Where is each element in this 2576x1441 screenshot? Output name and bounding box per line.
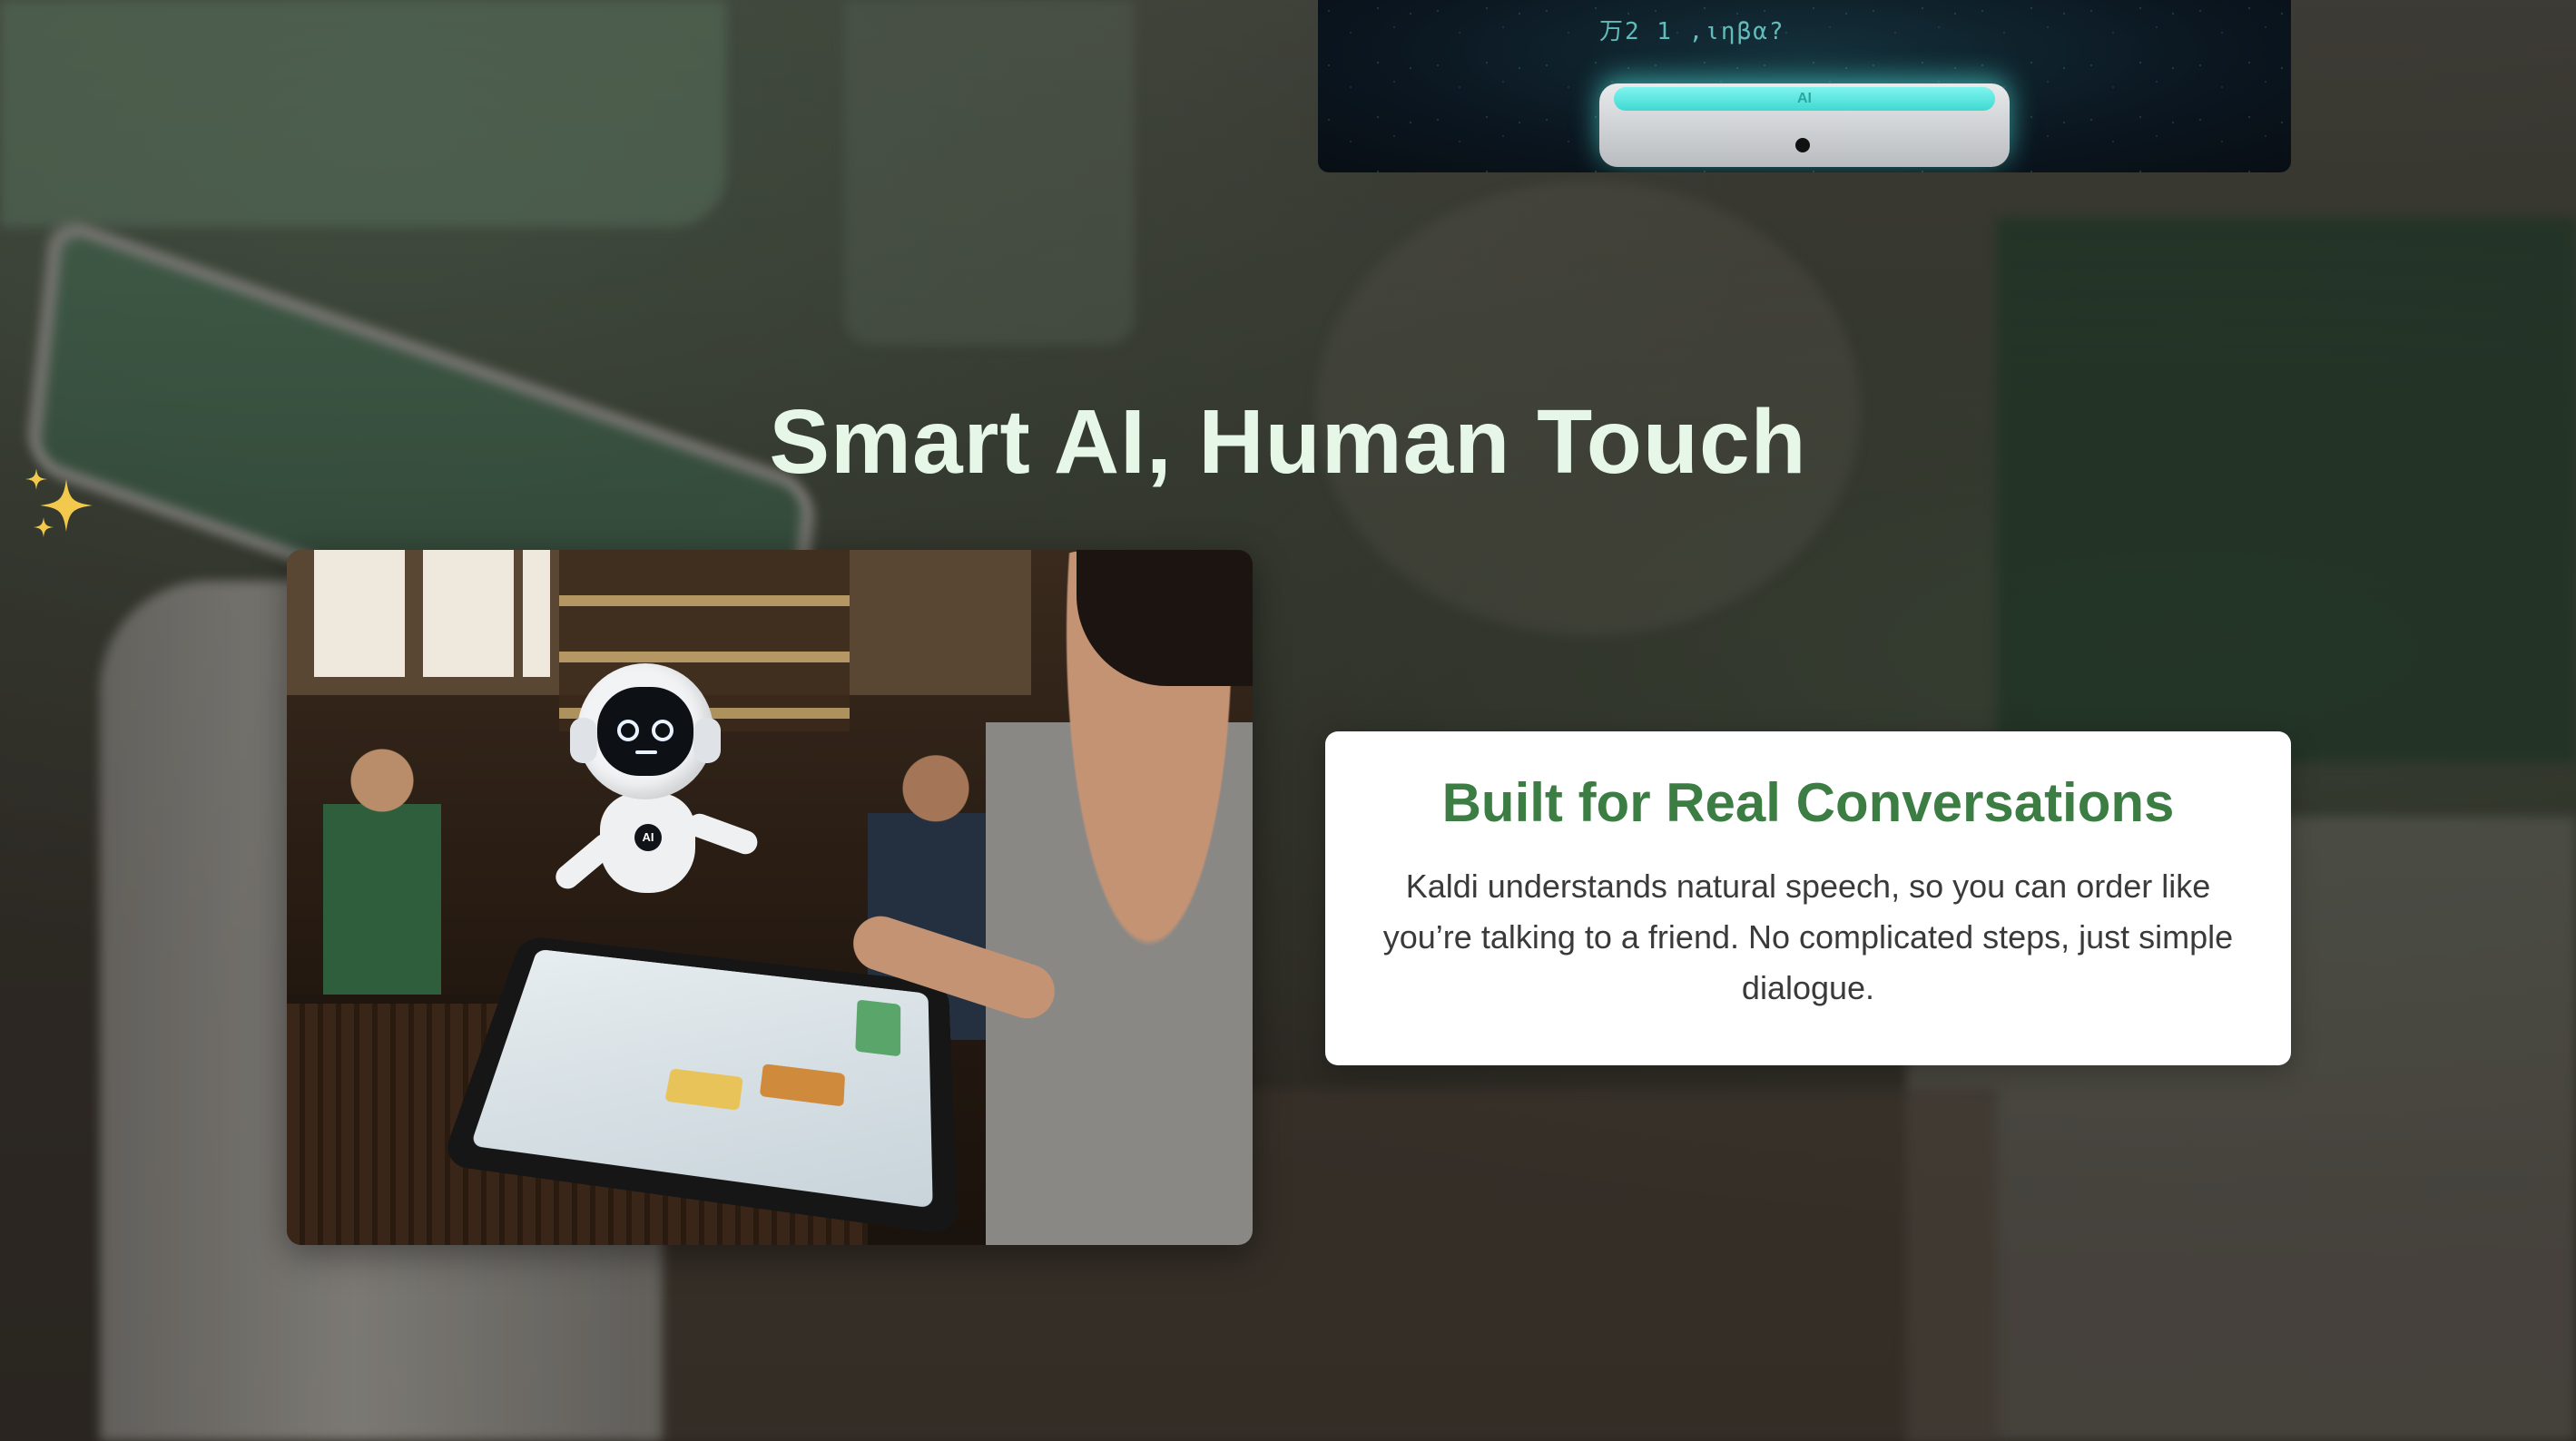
background-info-panel <box>844 0 1135 345</box>
photo-barista <box>323 731 441 1004</box>
device-glyph-text: 万2 1 ,ιηβα? <box>1599 18 1785 45</box>
photo-kiosk-panel <box>855 999 901 1057</box>
top-device-image: 万2 1 ,ιηβα? AI <box>1318 0 2291 172</box>
robot-arm-right <box>683 810 762 858</box>
photo-kiosk-button <box>759 1064 846 1107</box>
photo-menu-board <box>314 550 405 677</box>
robot-mouth <box>635 750 657 754</box>
robot-ai-badge: AI <box>634 824 662 851</box>
ai-device-sensor <box>1795 138 1810 152</box>
robot-ear <box>570 718 597 763</box>
feature-card: Built for Real Conversations Kaldi under… <box>1325 731 2291 1065</box>
robot-head <box>570 663 721 799</box>
robot-eye <box>617 720 639 741</box>
photo-menu-board <box>423 550 514 677</box>
photo-kiosk-button <box>664 1068 743 1111</box>
cafe-robot-photo: AI <box>287 550 1253 1245</box>
robot-ear <box>693 718 721 763</box>
feature-card-body: Kaldi understands natural speech, so you… <box>1382 868 2234 1006</box>
ai-device-pad: AI <box>1599 83 2010 167</box>
photo-menu-board <box>523 550 550 677</box>
feature-card-title: Built for Real Conversations <box>1441 772 2175 833</box>
background-menu-panel <box>0 0 726 227</box>
ai-device-label: AI <box>1614 87 1995 111</box>
robot-face <box>597 687 693 776</box>
page: 万2 1 ,ιηβα? AI Smart AI, Human Touch AI … <box>0 0 2576 1441</box>
robot-eye <box>652 720 673 741</box>
photo-kiosk-screen <box>470 948 933 1209</box>
page-title: Smart AI, Human Touch <box>769 391 1807 493</box>
